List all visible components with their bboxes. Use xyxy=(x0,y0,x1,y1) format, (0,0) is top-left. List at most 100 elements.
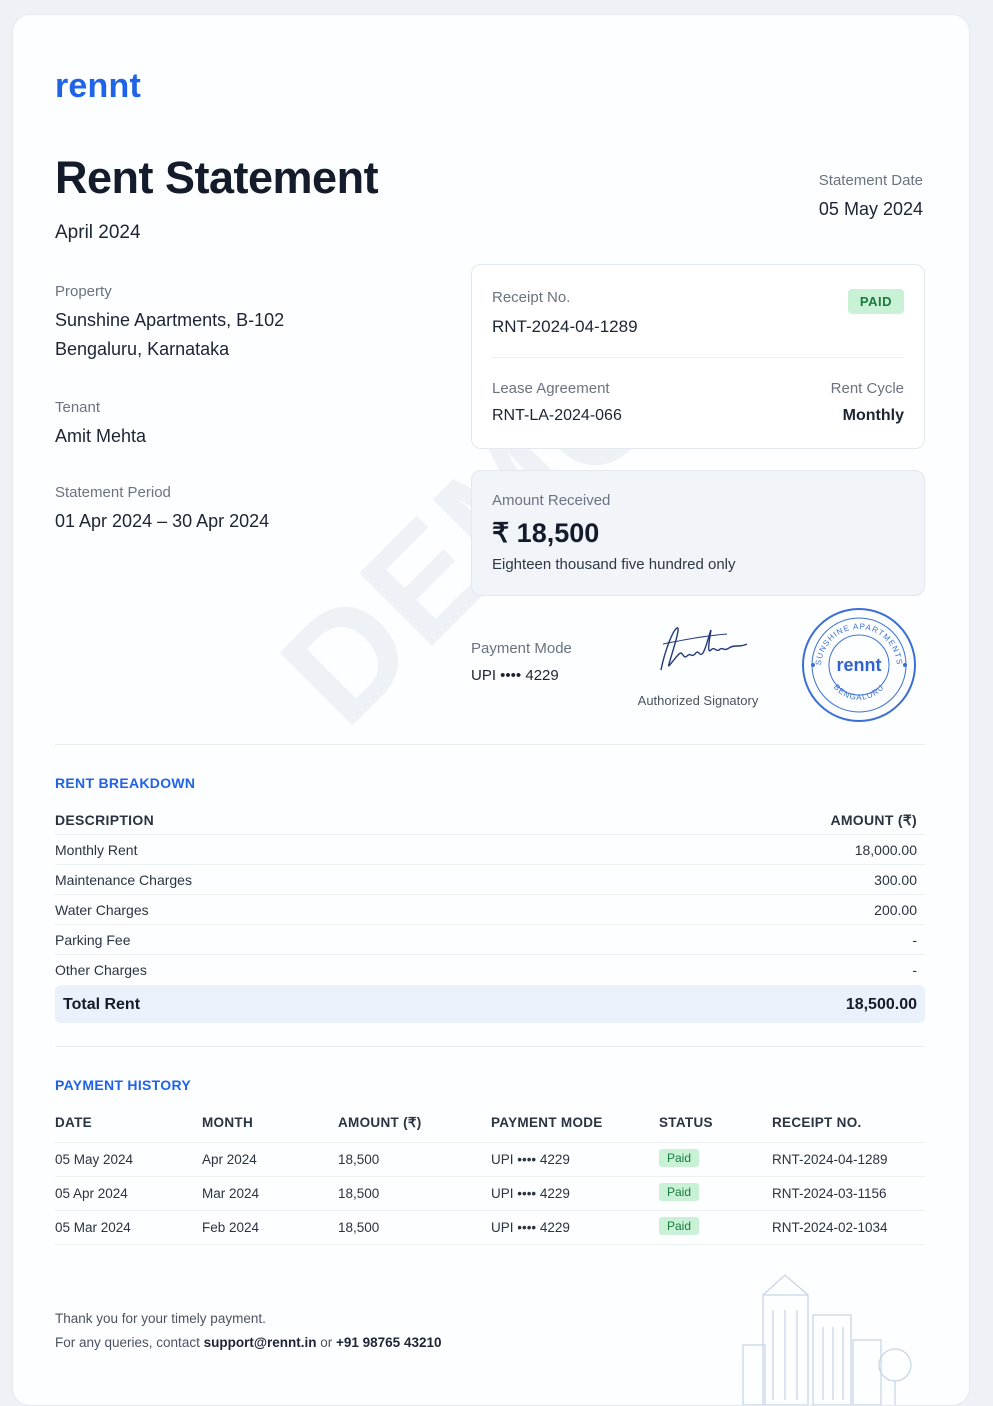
status-badge: Paid xyxy=(659,1217,700,1235)
cell-receipt: RNT-2024-02-1034 xyxy=(772,1220,888,1235)
tenant-name: Amit Mehta xyxy=(55,426,147,446)
table-row: 05 Mar 2024 Feb 2024 18,500 UPI •••• 422… xyxy=(55,1211,925,1245)
table-row: Parking Fee - xyxy=(55,925,925,955)
statement-page: DEMO rennt Rent Statement April 2024 Sta… xyxy=(12,14,970,1406)
total-rent-label: Total Rent xyxy=(63,996,141,1013)
col-payment-mode: PAYMENT MODE xyxy=(491,1115,603,1130)
row-description: Monthly Rent xyxy=(55,842,138,858)
cell-amount: 18,500 xyxy=(338,1220,380,1235)
receipt-number: RNT-2024-04-1289 xyxy=(492,317,638,336)
period-label: Statement Period xyxy=(55,484,171,501)
property-block: Property Sunshine Apartments, B-102 Beng… xyxy=(55,283,435,364)
amount-card: Amount Received ₹ 18,500 Eighteen thousa… xyxy=(471,470,925,596)
signature-block: Authorized Signatory xyxy=(613,620,783,708)
payment-history-title: PAYMENT HISTORY xyxy=(55,1077,191,1093)
row-amount: 200.00 xyxy=(874,902,917,918)
row-description: Parking Fee xyxy=(55,932,131,948)
footer-thanks: Thank you for your timely payment. xyxy=(55,1311,266,1326)
property-label: Property xyxy=(55,283,112,300)
support-email-link[interactable]: support@rennt.in xyxy=(204,1335,317,1350)
payment-mode-value: UPI •••• 4229 xyxy=(471,667,559,684)
signature-image xyxy=(660,627,748,671)
row-amount: - xyxy=(912,932,917,948)
col-amount: AMOUNT (₹) xyxy=(830,812,917,828)
apartment-stamp: SUNSHINE APARTMENTS BENGALURU rennt xyxy=(799,605,919,730)
footer-contact: For any queries, contact support@rennt.i… xyxy=(55,1331,441,1355)
row-amount: - xyxy=(912,962,917,978)
lease-label: Lease Agreement xyxy=(492,380,610,397)
table-row: 05 May 2024 Apr 2024 18,500 UPI •••• 422… xyxy=(55,1143,925,1177)
cell-month: Apr 2024 xyxy=(202,1152,257,1167)
col-month: MONTH xyxy=(202,1115,253,1130)
amount-in-words: Eighteen thousand five hundred only xyxy=(492,556,736,573)
row-amount: 300.00 xyxy=(874,872,917,888)
cell-date: 05 Mar 2024 xyxy=(55,1220,131,1235)
history-header: DATE MONTH AMOUNT (₹) PAYMENT MODE STATU… xyxy=(55,1112,925,1143)
stamp-bottom-text: BENGALURU xyxy=(832,682,885,701)
receipt-card: Receipt No. RNT-2024-04-1289 PAID Lease … xyxy=(471,264,925,449)
statement-date-value: 05 May 2024 xyxy=(818,199,923,219)
rent-cycle-value: Monthly xyxy=(842,407,904,424)
statement-date-block: Statement Date 05 May 2024 xyxy=(819,172,923,220)
cell-payment-mode: UPI •••• 4229 xyxy=(491,1220,570,1235)
cell-payment-mode: UPI •••• 4229 xyxy=(491,1152,570,1167)
rent-breakdown-table: DESCRIPTION AMOUNT (₹) Monthly Rent 18,0… xyxy=(55,810,925,984)
contact-or: or xyxy=(316,1335,336,1350)
tenant-label: Tenant xyxy=(55,399,101,416)
cell-month: Mar 2024 xyxy=(202,1186,260,1201)
table-row: Water Charges 200.00 xyxy=(55,895,925,925)
property-line1: Sunshine Apartments, B-102 xyxy=(55,310,285,330)
page-title: Rent Statement xyxy=(55,152,379,203)
col-receipt: RECEIPT NO. xyxy=(772,1115,862,1130)
tenant-block: Tenant Amit Mehta xyxy=(55,399,435,451)
cell-amount: 18,500 xyxy=(338,1186,380,1201)
col-status: STATUS xyxy=(659,1115,713,1130)
statement-month: April 2024 xyxy=(55,222,141,243)
period-block: Statement Period 01 Apr 2024 – 30 Apr 20… xyxy=(55,484,435,536)
brand-logo: rennt xyxy=(55,67,141,105)
period-value: 01 Apr 2024 – 30 Apr 2024 xyxy=(55,511,270,531)
stamp-seal: SUNSHINE APARTMENTS BENGALURU rennt xyxy=(802,608,916,722)
lease-value: RNT-LA-2024-066 xyxy=(492,407,622,424)
support-phone-link[interactable]: +91 98765 43210 xyxy=(336,1335,441,1350)
svg-text:BENGALURU: BENGALURU xyxy=(832,682,886,701)
section-divider xyxy=(55,744,925,745)
footer: Thank you for your timely payment. For a… xyxy=(55,1307,441,1355)
stamp-center-text: rennt xyxy=(837,655,882,675)
row-description: Other Charges xyxy=(55,962,147,978)
amount-value: ₹ 18,500 xyxy=(492,518,600,548)
col-amount: AMOUNT (₹) xyxy=(338,1115,422,1130)
table-row: 05 Apr 2024 Mar 2024 18,500 UPI •••• 422… xyxy=(55,1177,925,1211)
row-description: Water Charges xyxy=(55,902,149,918)
receipt-label: Receipt No. xyxy=(492,289,571,306)
cell-amount: 18,500 xyxy=(338,1152,380,1167)
statement-date-label: Statement Date xyxy=(818,172,923,189)
property-value: Sunshine Apartments, B-102 Bengaluru, Ka… xyxy=(55,306,435,364)
table-row: Maintenance Charges 300.00 xyxy=(55,865,925,895)
status-badge: Paid xyxy=(659,1183,700,1201)
rent-breakdown-title: RENT BREAKDOWN xyxy=(55,775,196,791)
cell-payment-mode: UPI •••• 4229 xyxy=(491,1186,570,1201)
cell-receipt: RNT-2024-04-1289 xyxy=(772,1152,888,1167)
payment-history-table: DATE MONTH AMOUNT (₹) PAYMENT MODE STATU… xyxy=(55,1112,925,1245)
row-description: Maintenance Charges xyxy=(55,872,192,888)
cell-date: 05 Apr 2024 xyxy=(55,1186,128,1201)
paid-badge: PAID xyxy=(847,289,904,314)
contact-prefix: For any queries, contact xyxy=(55,1335,204,1350)
breakdown-header: DESCRIPTION AMOUNT (₹) xyxy=(55,810,925,835)
row-amount: 18,000.00 xyxy=(854,842,917,858)
section-divider xyxy=(55,1046,925,1047)
total-rent-value: 18,500.00 xyxy=(845,996,917,1013)
property-line2: Bengaluru, Karnataka xyxy=(55,339,230,359)
city-skyline-illustration xyxy=(713,1255,933,1405)
payment-mode-label: Payment Mode xyxy=(471,640,572,657)
table-row: Other Charges - xyxy=(55,955,925,984)
amount-label: Amount Received xyxy=(492,492,611,509)
table-row: Monthly Rent 18,000.00 xyxy=(55,835,925,865)
total-rent-row: Total Rent 18,500.00 xyxy=(55,985,925,1023)
signatory-label: Authorized Signatory xyxy=(637,693,759,708)
col-date: DATE xyxy=(55,1115,92,1130)
card-divider xyxy=(492,357,904,358)
cell-receipt: RNT-2024-03-1156 xyxy=(772,1186,887,1201)
cell-date: 05 May 2024 xyxy=(55,1152,134,1167)
